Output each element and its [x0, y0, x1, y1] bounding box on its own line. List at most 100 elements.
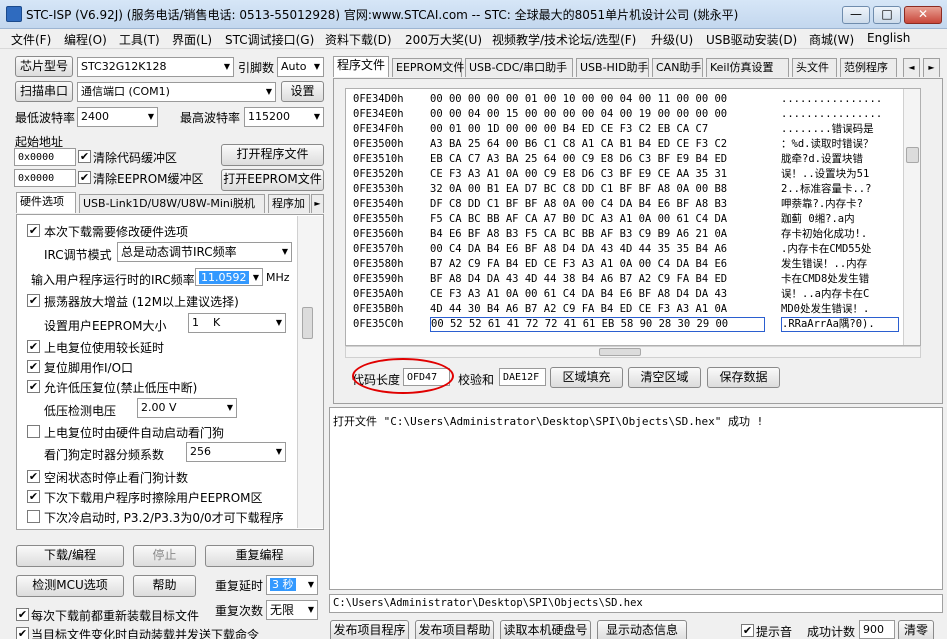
- repeat-program-button[interactable]: 重复编程: [205, 545, 314, 567]
- show-dynamic-button[interactable]: 显示动态信息: [597, 620, 687, 639]
- menu-upgrade[interactable]: 升级(U): [651, 31, 693, 48]
- hex-ascii: ................: [781, 93, 883, 105]
- fill-area-button[interactable]: 区域填充: [550, 367, 623, 388]
- tab-next-icon[interactable]: ►: [923, 58, 940, 77]
- tab-examples[interactable]: 范例程序: [840, 58, 897, 77]
- menu-tools[interactable]: 工具(T): [119, 31, 160, 48]
- hex-scroll-thumb[interactable]: [906, 147, 919, 163]
- scan-port-button[interactable]: 扫描串口: [15, 81, 73, 102]
- tab-header-file[interactable]: 头文件: [792, 58, 837, 77]
- option-reset-io-checkbox[interactable]: ✔: [27, 360, 40, 373]
- tab-keil-settings[interactable]: Keil仿真设置: [706, 58, 789, 77]
- hex-address: 0FE34F0h: [353, 123, 404, 135]
- menu-file[interactable]: 文件(F): [11, 31, 51, 48]
- publish-help-button[interactable]: 发布项目帮助: [415, 620, 494, 639]
- maximize-button[interactable]: □: [873, 6, 901, 24]
- lv-voltage-select[interactable]: 2.00 V ▼: [137, 398, 237, 418]
- tab-can-assistant[interactable]: CAN助手: [652, 58, 703, 77]
- menu-program[interactable]: 编程(O): [64, 31, 107, 48]
- detect-mcu-button[interactable]: 检测MCU选项: [16, 575, 124, 597]
- menu-download[interactable]: 资料下载(D): [325, 31, 392, 48]
- option-reset-io-label: 复位脚用作I/O口: [44, 361, 134, 375]
- hex-bytes: 00 00 04 00 15 00 00 00 00 04 00 19 00 0…: [430, 108, 728, 120]
- hex-hscrollbar[interactable]: [345, 346, 921, 358]
- hex-vscrollbar[interactable]: [903, 89, 920, 345]
- chip-model-button[interactable]: 芯片型号: [15, 56, 73, 77]
- wdt-divider-select[interactable]: 256 ▼: [186, 442, 286, 462]
- tab-hardware[interactable]: 硬件选项: [16, 192, 76, 213]
- publish-project-button[interactable]: 发布项目程序: [330, 620, 409, 639]
- open-program-button[interactable]: 打开程序文件: [221, 144, 324, 166]
- hex-address: 0FE35A0h: [353, 288, 404, 300]
- hex-ascii: ：%d.读取时错误？: [781, 138, 874, 150]
- hex-address: 0FE34D0h: [353, 93, 404, 105]
- minimize-button[interactable]: —: [842, 6, 870, 24]
- download-program-button[interactable]: 下载/编程: [16, 545, 124, 567]
- menu-debug[interactable]: STC调试接口(G): [225, 31, 314, 48]
- log-output[interactable]: 打开文件 "C:\Users\Administrator\Desktop\SPI…: [329, 407, 943, 590]
- option-lv-reset-checkbox[interactable]: ✔: [27, 380, 40, 393]
- read-serial-button[interactable]: 读取本机硬盘号: [500, 620, 591, 639]
- irc-mode-select[interactable]: 总是动态调节IRC频率 ▼: [117, 242, 292, 262]
- pins-select[interactable]: Auto ▼: [277, 57, 324, 77]
- clear-area-button[interactable]: 清空区域: [628, 367, 701, 388]
- clear-eeprom-checkbox[interactable]: ✔: [78, 171, 91, 184]
- scroll-thumb[interactable]: [302, 307, 313, 339]
- help-button[interactable]: 帮助: [133, 575, 196, 597]
- tab-serial-assistant[interactable]: USB-CDC/串口助手: [465, 58, 573, 77]
- repeat-count-value: 无限: [270, 603, 295, 617]
- eeprom-size-select[interactable]: 1 K ▼: [188, 313, 286, 333]
- menu-usb-driver[interactable]: USB驱动安装(D): [706, 31, 797, 48]
- save-data-button[interactable]: 保存数据: [707, 367, 780, 388]
- hex-ascii: 误！..设置块为51: [781, 168, 870, 180]
- hex-address: 0FE34E0h: [353, 108, 404, 120]
- clear-code-checkbox[interactable]: ✔: [78, 150, 91, 163]
- clear-count-button[interactable]: 清零: [898, 620, 934, 639]
- menu-shop[interactable]: 商城(W): [809, 31, 854, 48]
- option-cold-start-checkbox[interactable]: [27, 510, 40, 523]
- tab-program-encrypt[interactable]: 程序加: [268, 194, 310, 213]
- hex-bytes: F5 CA BC BB AF CA A7 B0 DC A3 A1 0A 00 6…: [430, 213, 728, 225]
- irc-freq-select[interactable]: 11.0592 ▼: [195, 268, 263, 286]
- eeprom-size-value: 1 K: [192, 316, 221, 329]
- option-modify-hw-checkbox[interactable]: ✔: [27, 224, 40, 237]
- hex-hscroll-thumb[interactable]: [599, 348, 641, 356]
- port-select[interactable]: 通信端口 (COM1) ▼: [77, 82, 276, 102]
- max-baud-value: 115200: [248, 110, 290, 123]
- tab-scroll-icon[interactable]: ►: [311, 194, 324, 213]
- hex-bytes: 00 01 00 1D 00 00 00 B4 ED CE F3 C2 EB C…: [430, 123, 709, 135]
- option-erase-eeprom-checkbox[interactable]: ✔: [27, 490, 40, 503]
- menu-video[interactable]: 视频教学/技术论坛/选型(F): [492, 31, 636, 48]
- tab-prev-icon[interactable]: ◄: [903, 58, 920, 77]
- open-eeprom-button[interactable]: 打开EEPROM文件: [221, 169, 324, 191]
- hex-viewer[interactable]: 0FE34D0h 00 00 00 00 00 01 00 10 00 00 04…: [345, 88, 921, 346]
- tab-hid-assistant[interactable]: USB-HID助手: [576, 58, 649, 77]
- tab-program-file[interactable]: 程序文件: [333, 56, 389, 77]
- port-settings-button[interactable]: 设置: [281, 81, 324, 102]
- options-scrollbar[interactable]: [297, 216, 323, 528]
- tab-eeprom-file[interactable]: EEPROM文件: [392, 58, 464, 77]
- code-address-input[interactable]: 0x0000: [14, 148, 76, 166]
- wdt-divider-value: 256: [190, 445, 211, 458]
- hex-bytes: DF C8 DD C1 BF BF A8 0A 00 C4 DA B4 E6 B…: [430, 198, 728, 210]
- repeat-delay-select[interactable]: 3 秒 ▼: [266, 575, 318, 595]
- option-long-delay-checkbox[interactable]: ✔: [27, 340, 40, 353]
- menu-prize[interactable]: 200万大奖(U): [405, 31, 482, 48]
- eeprom-address-input[interactable]: 0x0000: [14, 169, 76, 187]
- menu-english[interactable]: English: [867, 31, 910, 45]
- beep-checkbox[interactable]: ✔: [741, 624, 754, 637]
- chip-model-select[interactable]: STC32G12K128 ▼: [77, 57, 234, 77]
- option-wdt-auto-checkbox[interactable]: [27, 425, 40, 438]
- stop-button[interactable]: 停止: [133, 545, 196, 567]
- repeat-count-select[interactable]: 无限 ▼: [266, 600, 318, 620]
- max-baud-select[interactable]: 115200 ▼: [244, 107, 324, 127]
- hex-ascii: 误！..a内存卡在C: [781, 288, 870, 300]
- option-oscillator-checkbox[interactable]: ✔: [27, 294, 40, 307]
- reload-each-checkbox[interactable]: ✔: [16, 608, 29, 621]
- tab-usb-link[interactable]: USB-Link1D/U8W/U8W-Mini脱机: [79, 194, 265, 213]
- menu-interface[interactable]: 界面(L): [172, 31, 212, 48]
- auto-reload-checkbox[interactable]: ✔: [16, 627, 29, 639]
- option-idle-wdt-checkbox[interactable]: ✔: [27, 470, 40, 483]
- min-baud-select[interactable]: 2400 ▼: [77, 107, 158, 127]
- close-button[interactable]: ✕: [904, 6, 942, 24]
